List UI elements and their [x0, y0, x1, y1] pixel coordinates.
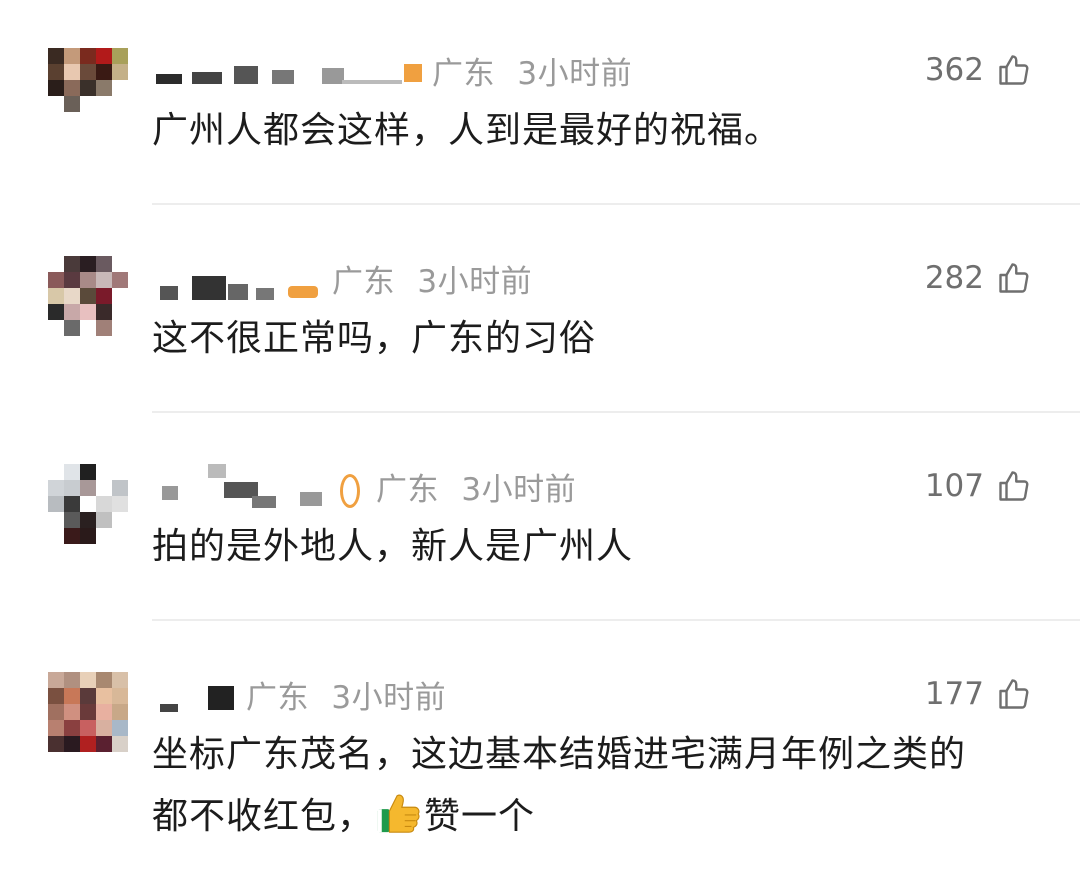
timestamp: 3小时前 [331, 680, 447, 716]
like-count: 177 [924, 676, 984, 712]
comment-item: 广东 3小时前 177 坐标广东茂名，这边基本结婚进宅满月年例之类的 都不收红包… [0, 0, 1080, 881]
comment-text-line: 坐标广东茂名，这边基本结婚进宅满月年例之类的 [152, 734, 967, 775]
like-button[interactable]: 177 [925, 672, 1032, 716]
comment-text-segment: 赞一个 [424, 796, 536, 837]
comment-text-segment: 都不收红包， [152, 796, 375, 837]
avatar[interactable] [48, 672, 128, 752]
comment-text-line: 都不收红包， 赞一个 [152, 786, 1040, 848]
thumbs-up-emoji-icon [377, 794, 420, 833]
comment-meta: 广东 3小时前 [246, 672, 446, 717]
username-redacted[interactable] [152, 672, 252, 712]
comment-text: 坐标广东茂名，这边基本结婚进宅满月年例之类的 都不收红包， 赞一个 [152, 724, 1040, 848]
thumbs-up-icon[interactable] [996, 676, 1032, 712]
location-label: 广东 [246, 680, 309, 716]
